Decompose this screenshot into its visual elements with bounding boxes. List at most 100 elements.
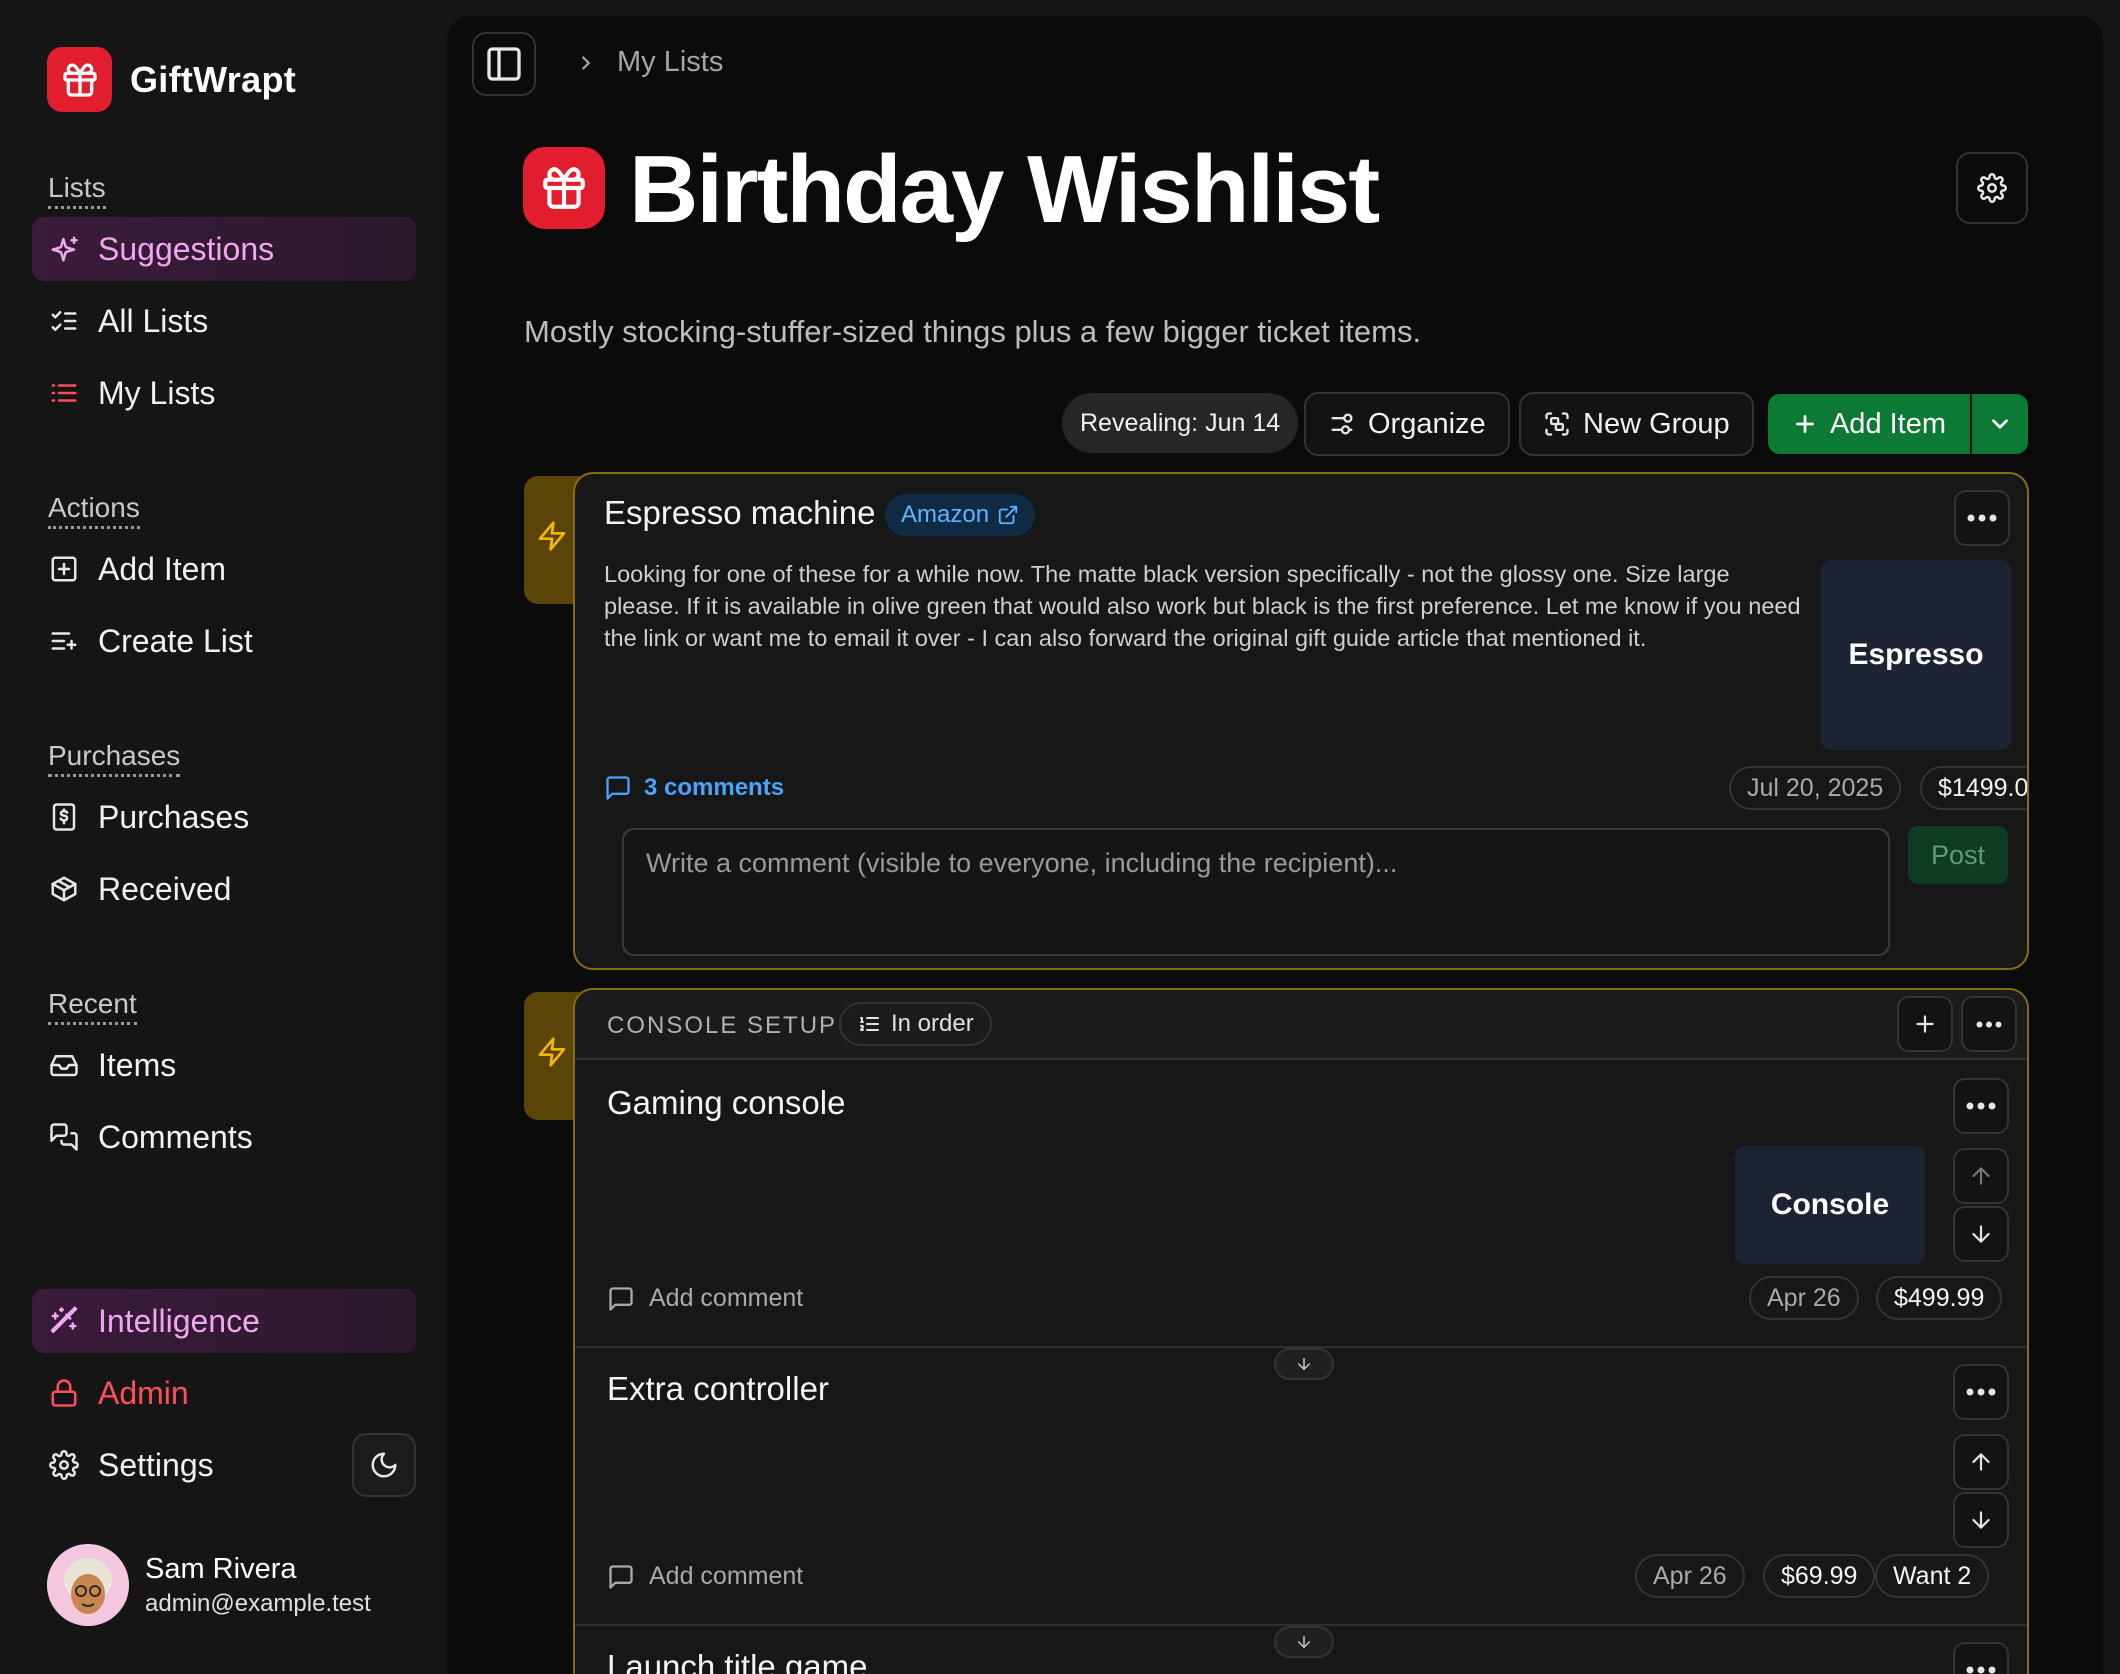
breadcrumb[interactable]: My Lists [617, 46, 723, 79]
group-add-item-button[interactable] [1897, 996, 1953, 1052]
wand-icon [48, 1305, 80, 1337]
comments-link[interactable]: 3 comments [604, 774, 784, 802]
item-menu-button[interactable] [1953, 1078, 2009, 1134]
list-item-launch-title-game[interactable]: Launch title game [575, 1626, 2027, 1674]
sparkles-icon [48, 233, 80, 265]
move-up-button[interactable] [1953, 1434, 2009, 1490]
dots-icon [1967, 514, 1997, 522]
moon-icon [369, 1450, 399, 1480]
plus-icon [1792, 411, 1830, 437]
sidebar-item-label: My Lists [98, 374, 216, 411]
item-price: $499.99 [1876, 1276, 2003, 1320]
add-comment-button[interactable]: Add comment [607, 1562, 803, 1591]
sidebar-item-create-list[interactable]: Create List [32, 609, 416, 673]
sidebar-item-my-lists[interactable]: My Lists [32, 361, 416, 425]
sidebar-item-items[interactable]: Items [32, 1033, 416, 1097]
sidebar-item-suggestions[interactable]: Suggestions [32, 217, 416, 281]
post-comment-button[interactable]: Post [1908, 826, 2008, 884]
receipt-icon [48, 801, 80, 833]
sidebar-item-all-lists[interactable]: All Lists [32, 289, 416, 353]
nav-heading-recent: Recent [48, 988, 137, 1025]
lightning-icon [536, 1036, 568, 1120]
user-name: Sam Rivera [145, 1552, 297, 1585]
nav-section-actions: Actions Add Item Create List [32, 492, 416, 673]
item-menu-button[interactable] [1953, 1364, 2009, 1420]
move-up-button[interactable] [1953, 1148, 2009, 1204]
move-down-button[interactable] [1953, 1206, 2009, 1262]
store-label: Amazon [901, 501, 990, 528]
page-subtitle: Mostly stocking-stuffer-sized things plu… [524, 314, 1422, 349]
sidebar-item-label: Intelligence [98, 1302, 260, 1339]
add-item-dropdown-button[interactable] [1972, 394, 2028, 454]
group-order-badge: In order [839, 1002, 992, 1046]
add-item-button[interactable]: Add Item [1768, 394, 1970, 454]
sidebar-item-admin[interactable]: Admin [32, 1361, 416, 1425]
add-comment-button[interactable]: Add comment [607, 1284, 803, 1313]
group-icon [1543, 410, 1583, 438]
store-link[interactable]: Amazon [885, 494, 1036, 536]
reveal-date-badge: Revealing: Jun 14 [1062, 393, 1299, 453]
item-want-count: Want 2 [1875, 1554, 1990, 1598]
sidebar-item-received[interactable]: Received [32, 857, 416, 921]
comment-icon [607, 1285, 649, 1313]
new-group-button[interactable]: New Group [1519, 392, 1754, 456]
item-image: Console [1735, 1146, 1925, 1264]
item-menu-button[interactable] [1954, 490, 2010, 546]
item-price: $1499.00 [1920, 766, 2027, 810]
user-profile[interactable]: Sam Rivera admin@example.test [47, 1544, 371, 1626]
item-title[interactable]: Gaming console [607, 1084, 845, 1122]
nav-section-purchases: Purchases Purchases Received [32, 740, 416, 921]
item-menu-button[interactable] [1953, 1642, 2009, 1674]
group-menu-button[interactable] [1961, 996, 2017, 1052]
nav-section-lists: Lists Suggestions All Lists My Lists [32, 172, 416, 425]
sidebar-toggle-button[interactable] [472, 32, 536, 96]
gear-icon [1977, 173, 2007, 203]
inbox-icon [48, 1049, 80, 1081]
priority-flag [524, 476, 580, 604]
organize-button[interactable]: Organize [1304, 392, 1510, 456]
external-link-icon [989, 504, 1019, 526]
sidebar-item-purchases[interactable]: Purchases [32, 785, 416, 849]
nav-heading-purchases: Purchases [48, 740, 181, 777]
sidebar-item-label: Admin [98, 1374, 189, 1411]
list-icon [48, 377, 80, 409]
list-plus-icon [48, 625, 80, 657]
item-title[interactable]: Launch title game [607, 1648, 868, 1674]
item-card-espresso[interactable]: Espresso machine Amazon Looking for one … [573, 472, 2029, 970]
chevron-right-icon [575, 52, 597, 74]
sidebar-item-label: Create List [98, 622, 253, 659]
sidebar-icon [484, 44, 524, 84]
nav-heading-actions: Actions [48, 492, 140, 529]
new-group-label: New Group [1583, 407, 1730, 440]
brand[interactable]: GiftWrapt [47, 47, 296, 112]
item-date: Apr 26 [1749, 1276, 1859, 1320]
group-title: CONSOLE SETUP [607, 1012, 838, 1039]
sidebar-item-label: Purchases [98, 798, 250, 835]
sidebar-item-label: Suggestions [98, 230, 275, 267]
dots-icon [1966, 1102, 1996, 1110]
plus-icon [1912, 1011, 1938, 1037]
messages-icon [48, 1121, 80, 1153]
add-comment-label: Add comment [649, 1284, 804, 1312]
move-down-button[interactable] [1953, 1492, 2009, 1548]
list-checks-icon [48, 305, 80, 337]
sidebar-item-intelligence[interactable]: Intelligence [32, 1289, 416, 1353]
list-settings-button[interactable] [1956, 152, 2028, 224]
comment-input[interactable]: Write a comment (visible to everyone, in… [622, 828, 1890, 956]
page-title: Birthday Wishlist [629, 136, 1380, 243]
ordered-list-icon [857, 1012, 891, 1036]
theme-toggle-button[interactable] [352, 1433, 416, 1497]
sidebar-item-settings[interactable]: Settings [32, 1433, 332, 1497]
arrow-up-icon [1968, 1449, 1994, 1475]
item-title[interactable]: Extra controller [607, 1370, 829, 1408]
sidebar-item-add-item[interactable]: Add Item [32, 537, 416, 601]
dots-icon [1966, 1388, 1996, 1396]
arrow-up-icon [1968, 1163, 1994, 1189]
item-description: Looking for one of these for a while now… [604, 561, 1801, 651]
item-title[interactable]: Espresso machine [604, 494, 875, 532]
list-item-gaming-console[interactable]: Gaming console Console Add comment Apr 2… [575, 1062, 2027, 1344]
list-item-extra-controller[interactable]: Extra controller Add comment Apr 26 $69.… [575, 1348, 2027, 1626]
plus-square-icon [48, 553, 80, 585]
sidebar: GiftWrapt Lists Suggestions All Lists My… [0, 0, 447, 1674]
sidebar-item-comments[interactable]: Comments [32, 1105, 416, 1169]
